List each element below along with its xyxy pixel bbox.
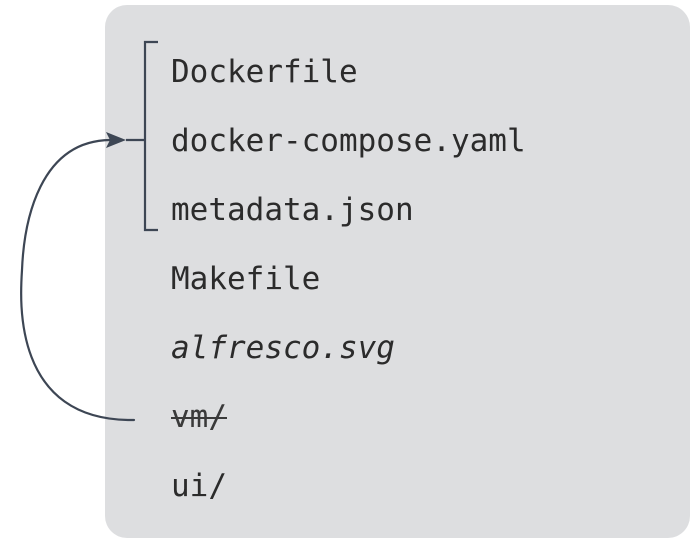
file-vm-folder: vm/ — [171, 399, 227, 435]
diagram-canvas: Dockerfile docker-compose.yaml metadata.… — [0, 0, 700, 543]
file-ui-folder: ui/ — [171, 468, 227, 504]
file-dockerfile: Dockerfile — [171, 54, 358, 90]
file-metadata-json: metadata.json — [171, 192, 414, 228]
file-alfresco-svg: alfresco.svg — [171, 330, 395, 366]
file-docker-compose: docker-compose.yaml — [171, 123, 526, 159]
file-makefile: Makefile — [171, 261, 321, 297]
